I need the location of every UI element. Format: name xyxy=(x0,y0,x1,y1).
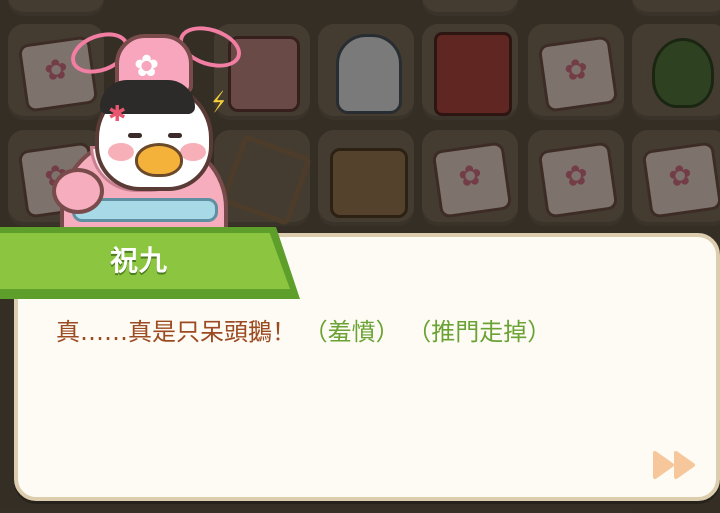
character-portrait: ✿ ✱ ⚡ xyxy=(50,19,247,258)
anger-mark-icon: ✱ xyxy=(108,102,127,127)
shock-lines-icon: ⚡ xyxy=(206,86,232,120)
fast-forward-icon xyxy=(653,451,695,479)
dialog-line: 真……真是只呆頭鵝！ xyxy=(56,318,296,346)
speaker-name-tab: 祝九 xyxy=(0,227,300,299)
dialog-text: 真……真是只呆頭鵝！ （羞憤） （推門走掉） xyxy=(56,314,696,350)
dialog-action: （羞憤） xyxy=(303,318,400,346)
skip-button[interactable] xyxy=(652,450,698,480)
dialog-action: （推門走掉） xyxy=(407,318,552,346)
speaker-name: 祝九 xyxy=(110,244,169,277)
